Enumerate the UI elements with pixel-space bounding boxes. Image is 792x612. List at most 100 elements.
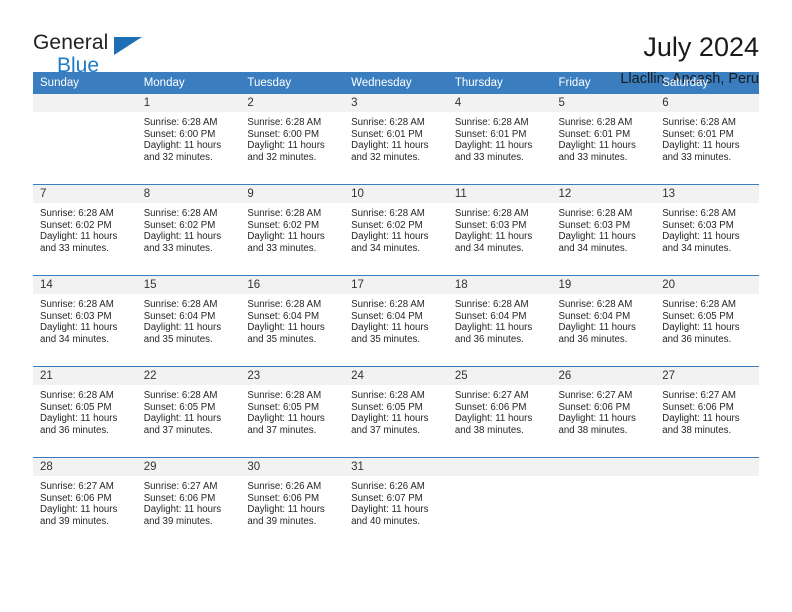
day-number: 4: [447, 94, 552, 112]
day-number: 27: [655, 367, 759, 385]
day-cell-inner: 5 Sunrise: 6:28 AM Sunset: 6:01 PM Daylight…: [551, 94, 656, 184]
sunset-text: Sunset: 6:04 PM: [454, 310, 527, 322]
sunset-text: Sunset: 6:03 PM: [40, 310, 112, 322]
day-details: Sunrise: 6:28 AM Sunset: 6:04 PM Daylight:…: [448, 294, 552, 345]
calendar-week-row: 28 Sunrise: 6:27 AM Sunset: 6:06 PM Dayligh…: [33, 457, 759, 548]
daylight-text-line2: and 32 minutes.: [247, 151, 317, 163]
sunset-text: Sunset: 6:05 PM: [40, 401, 112, 413]
day-cell-inner: 10 Sunrise: 6:28 AM Sunset: 6:02 PM Dayligh…: [344, 185, 448, 275]
daylight-text-line2: and 40 minutes.: [351, 515, 421, 527]
daylight-text-line1: Daylight: 11 hours: [40, 231, 118, 243]
day-cell[interactable]: 20 Sunrise: 6:28 AM Sunset: 6:05 PM Dayligh…: [655, 275, 759, 367]
day-cell[interactable]: 25 Sunrise: 6:27 AM Sunset: 6:06 PM Dayligh…: [447, 366, 552, 458]
sunset-text: Sunset: 6:03 PM: [558, 219, 631, 231]
sunrise-text: Sunrise: 6:28 AM: [40, 208, 114, 219]
daylight-text-line1: Daylight: 11 hours: [40, 413, 118, 425]
day-cell[interactable]: 6 Sunrise: 6:28 AM Sunset: 6:01 PM Daylight…: [655, 94, 759, 185]
daylight-text-line1: Daylight: 11 hours: [143, 231, 222, 243]
day-cell-inner: 21 Sunrise: 6:28 AM Sunset: 6:05 PM Dayligh…: [33, 367, 137, 457]
daylight-text-line1: Daylight: 11 hours: [662, 231, 740, 243]
daylight-text-line1: Daylight: 11 hours: [351, 140, 429, 152]
day-cell[interactable]: 15 Sunrise: 6:28 AM Sunset: 6:04 PM Dayligh…: [136, 275, 241, 367]
daylight-text-line1: Daylight: 11 hours: [247, 413, 325, 425]
day-cell[interactable]: 30 Sunrise: 6:26 AM Sunset: 6:06 PM Dayligh…: [240, 457, 345, 548]
day-number: [447, 458, 552, 476]
day-details: Sunrise: 6:28 AM Sunset: 6:05 PM Daylight:…: [33, 385, 137, 436]
sunset-text: Sunset: 6:06 PM: [558, 401, 631, 413]
day-cell[interactable]: 27 Sunrise: 6:27 AM Sunset: 6:06 PM Dayligh…: [655, 366, 759, 458]
day-cell[interactable]: 3 Sunrise: 6:28 AM Sunset: 6:01 PM Daylight…: [344, 94, 448, 185]
daylight-text-line1: Daylight: 11 hours: [558, 140, 636, 152]
day-cell[interactable]: 16 Sunrise: 6:28 AM Sunset: 6:04 PM Dayligh…: [240, 275, 345, 367]
sunrise-text: Sunrise: 6:27 AM: [40, 481, 114, 492]
day-details: Sunrise: 6:27 AM Sunset: 6:06 PM Daylight:…: [552, 385, 656, 436]
day-details: Sunrise: 6:27 AM Sunset: 6:06 PM Daylight:…: [655, 385, 759, 436]
day-cell[interactable]: 23 Sunrise: 6:28 AM Sunset: 6:05 PM Dayligh…: [240, 366, 345, 458]
day-cell[interactable]: 29 Sunrise: 6:27 AM Sunset: 6:06 PM Dayligh…: [136, 457, 241, 548]
day-details: Sunrise: 6:28 AM Sunset: 6:04 PM Daylight:…: [552, 294, 656, 345]
day-cell[interactable]: 11 Sunrise: 6:28 AM Sunset: 6:03 PM Dayligh…: [447, 184, 552, 276]
day-details: Sunrise: 6:28 AM Sunset: 6:01 PM Daylight:…: [344, 112, 448, 163]
day-cell[interactable]: 24 Sunrise: 6:28 AM Sunset: 6:05 PM Dayligh…: [344, 366, 448, 458]
daylight-text-line2: and 33 minutes.: [558, 151, 628, 163]
day-details: Sunrise: 6:28 AM Sunset: 6:04 PM Daylight:…: [240, 294, 344, 345]
daylight-text-line1: Daylight: 11 hours: [247, 231, 325, 243]
daylight-text-line1: Daylight: 11 hours: [351, 504, 429, 516]
day-cell[interactable]: 22 Sunrise: 6:28 AM Sunset: 6:05 PM Dayligh…: [136, 366, 241, 458]
day-cell[interactable]: 26 Sunrise: 6:27 AM Sunset: 6:06 PM Dayligh…: [551, 366, 656, 458]
sunset-text: Sunset: 6:04 PM: [351, 310, 423, 322]
day-cell[interactable]: 10 Sunrise: 6:28 AM Sunset: 6:02 PM Dayligh…: [344, 184, 448, 276]
daylight-text-line1: Daylight: 11 hours: [662, 140, 740, 152]
daylight-text-line2: and 37 minutes.: [247, 424, 317, 436]
day-cell[interactable]: 14 Sunrise: 6:28 AM Sunset: 6:03 PM Dayligh…: [33, 275, 137, 367]
daylight-text-line1: Daylight: 11 hours: [143, 413, 222, 425]
day-number: 18: [447, 276, 552, 294]
sunrise-text: Sunrise: 6:28 AM: [247, 117, 322, 128]
logo-text-blue: Blue: [57, 54, 100, 77]
calendar-page: General Blue July 2024 Llacllin, Ancash,…: [0, 0, 792, 612]
day-cell[interactable]: 17 Sunrise: 6:28 AM Sunset: 6:04 PM Dayligh…: [344, 275, 448, 367]
day-cell[interactable]: 31 Sunrise: 6:26 AM Sunset: 6:07 PM Dayligh…: [344, 457, 448, 548]
day-cell-empty: [447, 457, 552, 548]
sunset-text: Sunset: 6:05 PM: [143, 401, 216, 413]
day-cell[interactable]: 1 Sunrise: 6:28 AM Sunset: 6:00 PM Daylight…: [136, 94, 241, 185]
daylight-text-line2: and 34 minutes.: [662, 242, 732, 254]
day-cell[interactable]: 2 Sunrise: 6:28 AM Sunset: 6:00 PM Daylight…: [240, 94, 345, 185]
daylight-text-line1: Daylight: 11 hours: [143, 140, 222, 152]
daylight-text-line1: Daylight: 11 hours: [454, 322, 533, 334]
day-cell[interactable]: 7 Sunrise: 6:28 AM Sunset: 6:02 PM Daylight…: [33, 184, 137, 276]
day-number: 28: [33, 458, 137, 476]
day-cell-inner: 17 Sunrise: 6:28 AM Sunset: 6:04 PM Dayligh…: [344, 276, 448, 366]
day-details: Sunrise: 6:28 AM Sunset: 6:03 PM Daylight:…: [448, 203, 552, 254]
weekday-header-wednesday: Wednesday: [344, 72, 448, 94]
day-cell[interactable]: 19 Sunrise: 6:28 AM Sunset: 6:04 PM Dayligh…: [551, 275, 656, 367]
day-cell-inner: 29 Sunrise: 6:27 AM Sunset: 6:06 PM Dayligh…: [136, 458, 241, 548]
sunrise-text: Sunrise: 6:28 AM: [247, 390, 322, 401]
sunrise-text: Sunrise: 6:27 AM: [143, 481, 218, 492]
day-number: 22: [136, 367, 241, 385]
day-cell[interactable]: 5 Sunrise: 6:28 AM Sunset: 6:01 PM Daylight…: [551, 94, 656, 185]
daylight-text-line1: Daylight: 11 hours: [143, 322, 222, 334]
day-cell[interactable]: 12 Sunrise: 6:28 AM Sunset: 6:03 PM Dayligh…: [551, 184, 656, 276]
day-cell[interactable]: 8 Sunrise: 6:28 AM Sunset: 6:02 PM Daylight…: [136, 184, 241, 276]
calendar-week-row: 1 Sunrise: 6:28 AM Sunset: 6:00 PM Daylight…: [33, 94, 759, 185]
day-cell[interactable]: 28 Sunrise: 6:27 AM Sunset: 6:06 PM Dayligh…: [33, 457, 137, 548]
day-cell[interactable]: 13 Sunrise: 6:28 AM Sunset: 6:03 PM Dayligh…: [655, 184, 759, 276]
daylight-text-line2: and 38 minutes.: [454, 424, 524, 436]
sunrise-text: Sunrise: 6:27 AM: [662, 390, 736, 401]
day-cell[interactable]: 9 Sunrise: 6:28 AM Sunset: 6:02 PM Daylight…: [240, 184, 345, 276]
day-details: Sunrise: 6:28 AM Sunset: 6:00 PM Daylight:…: [137, 112, 241, 163]
day-cell[interactable]: 4 Sunrise: 6:28 AM Sunset: 6:01 PM Daylight…: [447, 94, 552, 185]
day-number: 5: [551, 94, 656, 112]
general-blue-logo[interactable]: General Blue: [33, 32, 153, 78]
daylight-text-line1: Daylight: 11 hours: [558, 322, 636, 334]
day-details: Sunrise: 6:27 AM Sunset: 6:06 PM Daylight:…: [33, 476, 137, 527]
day-number: 20: [655, 276, 759, 294]
day-cell-empty: [33, 94, 137, 185]
daylight-text-line2: and 36 minutes.: [558, 333, 628, 345]
sunrise-text: Sunrise: 6:26 AM: [351, 481, 425, 492]
sunrise-text: Sunrise: 6:28 AM: [247, 299, 322, 310]
day-cell[interactable]: 21 Sunrise: 6:28 AM Sunset: 6:05 PM Dayligh…: [33, 366, 137, 458]
day-cell[interactable]: 18 Sunrise: 6:28 AM Sunset: 6:04 PM Dayligh…: [447, 275, 552, 367]
day-cell-inner: 12 Sunrise: 6:28 AM Sunset: 6:03 PM Dayligh…: [551, 185, 656, 275]
